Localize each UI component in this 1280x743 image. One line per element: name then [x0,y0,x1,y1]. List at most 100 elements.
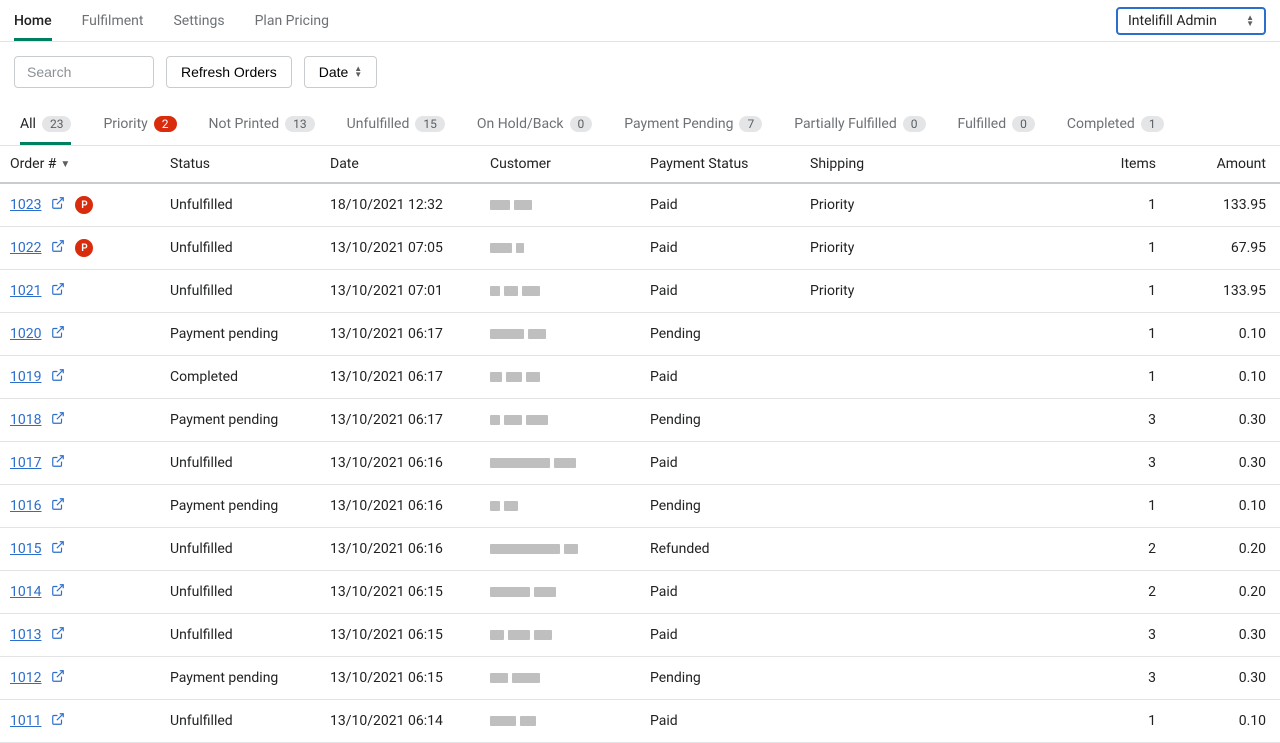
filter-fulfilled[interactable]: Fulfilled0 [958,108,1035,145]
payment-status-cell: Refunded [650,541,810,557]
col-date[interactable]: Date [330,156,490,172]
filter-count-badge: 13 [285,116,315,132]
external-link-icon[interactable] [51,626,65,644]
col-status[interactable]: Status [170,156,330,172]
date-cell: 18/10/2021 12:32 [330,197,490,213]
filter-count-badge: 2 [154,116,177,132]
admin-selector[interactable]: Intelifill Admin ▲▼ [1116,7,1266,35]
items-cell: 1 [1066,498,1156,514]
amount-cell: 0.10 [1156,326,1266,342]
customer-cell [490,286,650,296]
table-row: 1022PUnfulfilled13/10/2021 07:05PaidPrio… [0,227,1280,270]
external-link-icon[interactable] [51,368,65,386]
order-link[interactable]: 1019 [10,369,41,385]
col-payment[interactable]: Payment Status [650,156,810,172]
filter-all[interactable]: All23 [20,108,71,145]
items-cell: 1 [1066,197,1156,213]
status-cell: Payment pending [170,412,330,428]
filter-count-badge: 1 [1141,116,1164,132]
customer-cell [490,200,650,210]
customer-cell [490,501,650,511]
search-input[interactable] [14,56,154,88]
col-customer[interactable]: Customer [490,156,650,172]
customer-cell [490,587,650,597]
table-row: 1015Unfulfilled13/10/2021 06:16Refunded2… [0,528,1280,571]
filter-completed[interactable]: Completed1 [1067,108,1164,145]
shipping-cell: Priority [810,283,1066,299]
filter-on-hold-back[interactable]: On Hold/Back0 [477,108,592,145]
amount-cell: 0.30 [1156,412,1266,428]
items-cell: 3 [1066,412,1156,428]
amount-cell: 0.30 [1156,670,1266,686]
filter-count-badge: 15 [415,116,445,132]
filter-label: Unfulfilled [347,116,410,132]
items-cell: 1 [1066,713,1156,729]
nav-tab-home[interactable]: Home [14,0,52,41]
order-link[interactable]: 1020 [10,326,41,342]
status-cell: Unfulfilled [170,197,330,213]
external-link-icon[interactable] [51,411,65,429]
external-link-icon[interactable] [51,196,65,214]
external-link-icon[interactable] [51,669,65,687]
shipping-cell: Priority [810,197,1066,213]
amount-cell: 133.95 [1156,283,1266,299]
status-cell: Completed [170,369,330,385]
customer-cell [490,458,650,468]
status-cell: Unfulfilled [170,283,330,299]
order-link[interactable]: 1018 [10,412,41,428]
sort-chevron-icon: ▲▼ [354,66,362,78]
filter-not-printed[interactable]: Not Printed13 [209,108,315,145]
nav-tab-fulfilment[interactable]: Fulfilment [82,0,144,41]
date-sort-button[interactable]: Date ▲▼ [304,56,378,88]
external-link-icon[interactable] [51,712,65,730]
order-link[interactable]: 1017 [10,455,41,471]
customer-cell [490,544,650,554]
order-link[interactable]: 1013 [10,627,41,643]
external-link-icon[interactable] [51,454,65,472]
order-link[interactable]: 1014 [10,584,41,600]
order-link[interactable]: 1016 [10,498,41,514]
col-shipping[interactable]: Shipping [810,156,1066,172]
external-link-icon[interactable] [51,583,65,601]
orders-table: Order # ▼ Status Date Customer Payment S… [0,146,1280,743]
order-link[interactable]: 1015 [10,541,41,557]
items-cell: 2 [1066,584,1156,600]
order-link[interactable]: 1012 [10,670,41,686]
table-row: 1019Completed13/10/2021 06:17Paid10.10 [0,356,1280,399]
order-link[interactable]: 1021 [10,283,41,299]
filter-label: Fulfilled [958,116,1007,132]
date-cell: 13/10/2021 06:15 [330,627,490,643]
payment-status-cell: Pending [650,498,810,514]
external-link-icon[interactable] [51,497,65,515]
refresh-orders-button[interactable]: Refresh Orders [166,56,292,88]
external-link-icon[interactable] [51,540,65,558]
admin-selector-label: Intelifill Admin [1128,13,1217,29]
status-cell: Payment pending [170,670,330,686]
select-chevron-icon: ▲▼ [1246,15,1254,27]
nav-tab-plan-pricing[interactable]: Plan Pricing [255,0,329,41]
nav-tab-settings[interactable]: Settings [173,0,224,41]
order-link[interactable]: 1023 [10,197,41,213]
payment-status-cell: Paid [650,627,810,643]
col-items[interactable]: Items [1066,156,1156,172]
order-link[interactable]: 1011 [10,713,41,729]
status-cell: Payment pending [170,498,330,514]
external-link-icon[interactable] [51,282,65,300]
col-order[interactable]: Order # ▼ [10,156,170,172]
external-link-icon[interactable] [51,239,65,257]
customer-cell [490,716,650,726]
col-amount[interactable]: Amount [1156,156,1266,172]
filter-tabs: All23 Priority2 Not Printed13 Unfulfilled 15… [0,108,1280,146]
payment-status-cell: Paid [650,283,810,299]
filter-unfulfilled[interactable]: Unfulfilled 15 [347,108,445,145]
status-cell: Unfulfilled [170,541,330,557]
filter-partially-fulfilled[interactable]: Partially Fulfilled0 [794,108,925,145]
order-link[interactable]: 1022 [10,240,41,256]
date-cell: 13/10/2021 06:16 [330,455,490,471]
external-link-icon[interactable] [51,325,65,343]
customer-cell [490,630,650,640]
table-row: 1013Unfulfilled13/10/2021 06:15Paid30.30 [0,614,1280,657]
filter-label: All [20,116,36,132]
filter-priority[interactable]: Priority2 [103,108,176,145]
filter-payment-pending[interactable]: Payment Pending7 [624,108,762,145]
